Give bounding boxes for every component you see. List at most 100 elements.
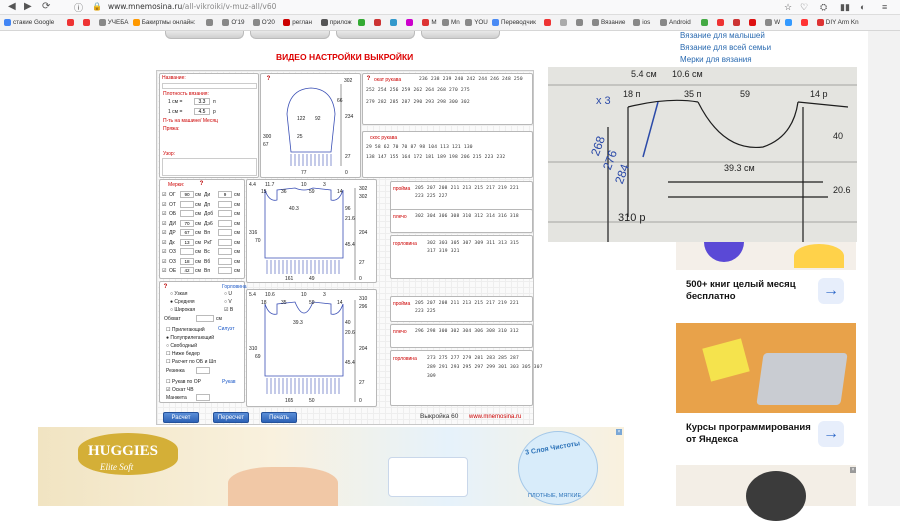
bookmark-item[interactable]: прилож bbox=[320, 19, 352, 26]
checkbox-icon[interactable]: ☑ bbox=[162, 211, 166, 217]
measure-input[interactable] bbox=[180, 200, 194, 208]
bookmark-item[interactable] bbox=[749, 19, 758, 26]
measure-input[interactable]: 90 bbox=[180, 191, 194, 198]
rib-input[interactable] bbox=[196, 367, 210, 374]
bookmark-item[interactable]: W bbox=[765, 19, 780, 26]
neck-option[interactable]: ☑ B bbox=[224, 307, 233, 313]
bookmark-item[interactable] bbox=[66, 19, 76, 26]
fit-option[interactable]: ○ Узкая bbox=[170, 291, 187, 297]
measure-input[interactable]: 9 bbox=[218, 191, 232, 198]
style-option[interactable]: ☐ Прилегающий bbox=[166, 327, 205, 333]
neck-option[interactable]: ○ V bbox=[224, 299, 232, 305]
checkbox-icon[interactable]: ☑ bbox=[162, 192, 166, 198]
checkbox-icon[interactable]: ☑ bbox=[162, 249, 166, 255]
bookmark-item[interactable] bbox=[733, 19, 742, 26]
bookmark-item[interactable]: Переводчик bbox=[492, 19, 536, 26]
density-stitches-input[interactable]: 3.3 bbox=[194, 98, 210, 105]
back-icon[interactable]: ◀ bbox=[8, 1, 16, 12]
site-tab[interactable] bbox=[165, 31, 245, 39]
help-icon[interactable]: ? bbox=[365, 76, 372, 83]
density-rows-input[interactable]: 4.5 bbox=[194, 108, 210, 115]
ad-card-books[interactable]: 500+ книг целый месяц бесплатно → bbox=[676, 242, 856, 320]
neck-option[interactable]: ○ U bbox=[224, 291, 232, 297]
sleeve-option[interactable]: ☑ Оскат ЧВ bbox=[166, 387, 194, 393]
video-settings-link[interactable]: ВИДЕО НАСТРОЙКИ ВЫКРОЙКИ bbox=[276, 52, 413, 62]
measure-input[interactable]: 70 bbox=[180, 219, 194, 227]
site-tab[interactable] bbox=[250, 31, 330, 39]
ease-input[interactable] bbox=[196, 315, 214, 322]
pattern-input[interactable] bbox=[162, 158, 257, 176]
ad-close-icon[interactable]: × bbox=[850, 467, 856, 473]
print-button[interactable]: Печать bbox=[261, 412, 297, 423]
bookmark-item[interactable] bbox=[784, 19, 794, 26]
measure-input[interactable] bbox=[218, 200, 232, 208]
measure-input[interactable]: 42 bbox=[180, 267, 194, 274]
bookmark-item[interactable]: O'20 bbox=[252, 19, 275, 26]
arrow-right-icon[interactable]: → bbox=[818, 421, 844, 447]
checkbox-icon[interactable]: ☑ bbox=[162, 268, 166, 274]
calculate-button[interactable]: Расчет bbox=[163, 412, 199, 423]
style-option[interactable]: ● Полуприлегающий bbox=[166, 335, 214, 341]
bookmark-item[interactable] bbox=[82, 19, 92, 26]
fit-option[interactable]: ● Средняя bbox=[170, 299, 195, 305]
ad-card-courses[interactable]: Курсы программирования от Яндекса → bbox=[676, 323, 856, 463]
measure-input[interactable] bbox=[218, 229, 232, 236]
bookmark-item[interactable]: M bbox=[422, 19, 437, 26]
bookmark-item[interactable]: УЧЕБА bbox=[98, 19, 128, 26]
fit-option[interactable]: ○ Широкая bbox=[170, 307, 195, 313]
bookmark-item[interactable]: стакие Google bbox=[4, 19, 54, 26]
measure-input[interactable] bbox=[218, 210, 232, 217]
bookmark-item[interactable] bbox=[206, 19, 215, 26]
bookmark-item[interactable] bbox=[390, 19, 399, 26]
style-option[interactable]: ☐ Расчет по ОБ и Шп bbox=[166, 359, 216, 365]
bookmark-item[interactable]: Mn bbox=[442, 19, 460, 26]
sidebar-link-measures[interactable]: Мерки для вязания bbox=[680, 55, 752, 64]
bookmark-item[interactable] bbox=[717, 19, 726, 26]
measure-input[interactable]: 67 bbox=[180, 229, 194, 236]
huggies-ad-banner[interactable]: HUGGIES Elite Soft 3 Слоя Чистоты ПЛОТНЫ… bbox=[38, 427, 624, 506]
checkbox-icon[interactable]: ☑ bbox=[162, 259, 166, 265]
bookmark-item[interactable]: YOU bbox=[465, 19, 488, 26]
measure-input[interactable]: 13 bbox=[180, 238, 194, 246]
bookmark-item[interactable]: реглан bbox=[283, 19, 312, 26]
sidebar-link-babies[interactable]: Вязание для малышей bbox=[680, 31, 765, 40]
forward-icon[interactable]: ▶ bbox=[24, 1, 32, 12]
arrow-right-icon[interactable]: → bbox=[818, 278, 844, 304]
recalculate-button[interactable]: Пересчет bbox=[213, 412, 249, 423]
bookmark-item[interactable] bbox=[701, 19, 710, 26]
measure-input[interactable] bbox=[218, 257, 232, 265]
bookmark-item[interactable] bbox=[374, 19, 383, 26]
name-input[interactable] bbox=[162, 83, 257, 89]
bookmark-item[interactable]: Бакиртмы онлайн: bbox=[132, 19, 195, 26]
checkbox-icon[interactable]: ☑ bbox=[162, 240, 166, 246]
library-icon[interactable]: ▮▮ bbox=[840, 2, 850, 13]
help-icon[interactable]: ? bbox=[198, 181, 205, 188]
extension-icon[interactable]: ⛭ bbox=[820, 2, 827, 13]
measure-input[interactable] bbox=[218, 219, 232, 227]
bookmark-item[interactable]: Android bbox=[660, 19, 691, 26]
bookmark-item[interactable] bbox=[358, 19, 367, 26]
bookmark-star-icon[interactable]: ☆ bbox=[784, 2, 792, 13]
checkbox-icon[interactable]: ☑ bbox=[162, 202, 166, 208]
measure-input[interactable] bbox=[180, 248, 194, 255]
bookmark-item[interactable] bbox=[800, 19, 810, 26]
style-option[interactable]: ○ Свободный bbox=[166, 343, 197, 349]
sleeve-option[interactable]: ☐ Рукав по ОР bbox=[166, 379, 201, 385]
measure-input[interactable] bbox=[218, 248, 232, 255]
bookmark-item[interactable] bbox=[544, 19, 553, 26]
reload-icon[interactable]: ⟳ bbox=[42, 1, 50, 12]
measure-input[interactable]: 18 bbox=[180, 257, 194, 265]
bookmark-item[interactable] bbox=[406, 19, 415, 26]
measure-input[interactable] bbox=[218, 238, 232, 246]
site-tab[interactable] bbox=[420, 31, 500, 39]
bookmark-item[interactable] bbox=[576, 19, 585, 26]
measure-input[interactable] bbox=[180, 210, 194, 217]
sync-icon[interactable]: ◐ bbox=[860, 2, 865, 12]
bookmark-item[interactable]: Вязание bbox=[592, 19, 625, 26]
checkbox-icon[interactable]: ☑ bbox=[162, 221, 166, 227]
menu-icon[interactable]: ≡ bbox=[882, 2, 887, 12]
style-option[interactable]: ☐ Ниже бедер bbox=[166, 351, 200, 357]
bookmark-item[interactable] bbox=[560, 19, 569, 26]
site-tab[interactable] bbox=[335, 31, 415, 39]
measure-input[interactable] bbox=[218, 267, 232, 274]
